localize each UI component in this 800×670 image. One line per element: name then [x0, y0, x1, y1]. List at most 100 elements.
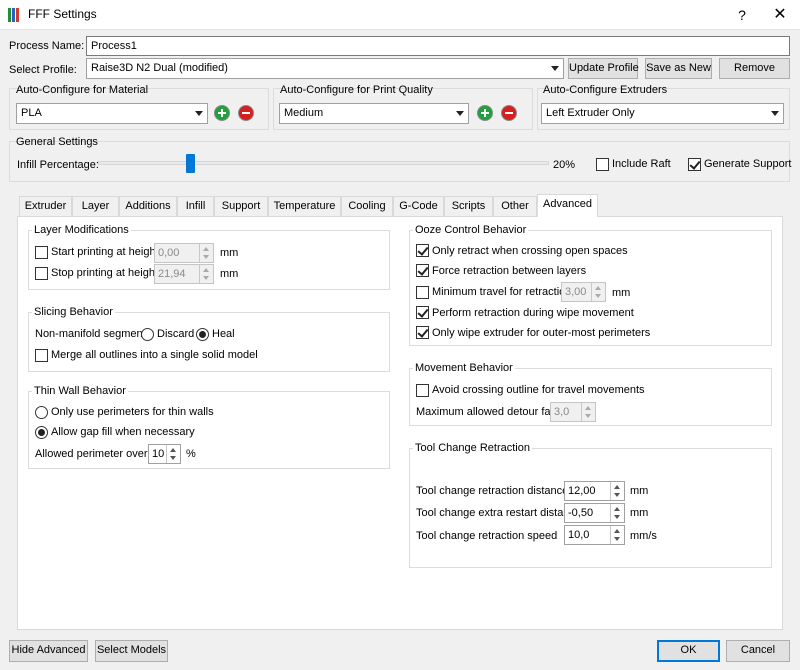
allow-gap-fill-label: Allow gap fill when necessary — [51, 426, 195, 438]
tool-change-distance-unit: mm — [630, 485, 649, 497]
only-retract-checkbox[interactable] — [416, 244, 429, 257]
tab-cooling[interactable]: Cooling — [341, 196, 393, 216]
only-perimeters-radio[interactable] — [35, 406, 48, 419]
tool-change-distance-label: Tool change retraction distance — [416, 485, 569, 497]
add-material-button[interactable] — [214, 105, 230, 121]
chevron-down-icon — [195, 111, 203, 116]
remove-material-button[interactable] — [238, 105, 254, 121]
tab-gcode[interactable]: G-Code — [393, 196, 444, 216]
minus-icon — [242, 112, 250, 114]
auto-configure-extruders-title: Auto-Configure Extruders — [543, 84, 668, 96]
thin-wall-behavior-title: Thin Wall Behavior — [32, 385, 128, 397]
tab-temperature[interactable]: Temperature — [268, 196, 341, 216]
tool-change-extra-unit: mm — [630, 507, 649, 519]
chevron-down-icon — [456, 111, 464, 116]
max-detour-label: Maximum allowed detour factor — [416, 406, 569, 418]
slicing-behavior-title: Slicing Behavior — [32, 306, 115, 318]
select-models-button[interactable]: Select Models — [95, 640, 168, 662]
movement-behavior-title: Movement Behavior — [413, 362, 515, 374]
max-detour-stepper[interactable]: 3,0 — [550, 402, 596, 422]
tool-change-retraction-title: Tool Change Retraction — [413, 442, 532, 454]
tab-advanced[interactable]: Advanced — [537, 194, 598, 217]
add-quality-button[interactable] — [477, 105, 493, 121]
save-as-new-button[interactable]: Save as New — [645, 58, 712, 79]
extruders-select[interactable]: Left Extruder Only — [541, 103, 784, 124]
slicing-behavior-group — [28, 312, 390, 372]
ooze-control-title: Ooze Control Behavior — [413, 224, 529, 236]
tool-change-distance-value: 12,00 — [568, 485, 596, 497]
close-button[interactable]: ✕ — [760, 0, 800, 30]
profile-select-value: Raise3D N2 Dual (modified) — [91, 62, 228, 74]
help-button[interactable]: ? — [724, 0, 760, 30]
infill-percentage-value: 20% — [553, 159, 576, 171]
quality-select[interactable]: Medium — [279, 103, 469, 124]
force-retraction-checkbox[interactable] — [416, 264, 429, 277]
cancel-button[interactable]: Cancel — [726, 640, 790, 662]
non-manifold-label: Non-manifold segments: — [35, 328, 155, 340]
perform-retraction-label: Perform retraction during wipe movement — [432, 307, 634, 319]
tab-layer[interactable]: Layer — [72, 196, 119, 216]
auto-configure-quality-title: Auto-Configure for Print Quality — [280, 84, 433, 96]
perimeter-overlap-unit: % — [186, 448, 196, 460]
ok-button[interactable]: OK — [657, 640, 720, 662]
process-name-label: Process Name: — [9, 40, 85, 52]
stop-height-unit: mm — [220, 268, 239, 280]
profile-select[interactable]: Raise3D N2 Dual (modified) — [86, 58, 564, 79]
heal-radio[interactable] — [196, 328, 209, 341]
tool-change-extra-label: Tool change extra restart distance — [416, 507, 582, 519]
tab-extruder[interactable]: Extruder — [19, 196, 72, 216]
quality-select-value: Medium — [284, 107, 324, 119]
tool-change-speed-stepper[interactable]: 10,0 — [564, 525, 625, 545]
tab-scripts[interactable]: Scripts — [444, 196, 493, 216]
general-settings-title: General Settings — [16, 136, 98, 148]
simplify3d-icon — [8, 8, 20, 22]
stop-height-stepper[interactable]: 21,94 — [154, 264, 214, 284]
start-height-stepper[interactable]: 0,00 — [154, 243, 214, 263]
include-raft-label: Include Raft — [612, 158, 671, 170]
start-height-value: 0,00 — [158, 247, 180, 259]
infill-slider-track[interactable] — [98, 161, 549, 165]
generate-support-checkbox[interactable] — [688, 158, 701, 171]
perform-retraction-checkbox[interactable] — [416, 306, 429, 319]
infill-slider-handle[interactable] — [186, 154, 196, 173]
force-retraction-label: Force retraction between layers — [432, 265, 587, 277]
only-perimeters-label: Only use perimeters for thin walls — [51, 406, 214, 418]
perimeter-overlap-label: Allowed perimeter overlap — [35, 448, 163, 460]
tool-change-speed-value: 10,0 — [568, 529, 590, 541]
include-raft-checkbox[interactable] — [596, 158, 609, 171]
avoid-crossing-checkbox[interactable] — [416, 384, 429, 397]
material-select[interactable]: PLA — [16, 103, 208, 124]
min-travel-unit: mm — [612, 287, 631, 299]
tool-change-speed-unit: mm/s — [630, 530, 657, 542]
stop-printing-checkbox[interactable] — [35, 267, 48, 280]
tab-additions[interactable]: Additions — [119, 196, 177, 216]
perimeter-overlap-stepper[interactable]: 10 — [148, 444, 181, 464]
tab-other[interactable]: Other — [493, 196, 537, 216]
remove-button[interactable]: Remove — [719, 58, 790, 79]
select-profile-label: Select Profile: — [9, 64, 77, 76]
min-travel-stepper[interactable]: 3,00 — [561, 282, 606, 302]
heal-label: Heal — [212, 328, 235, 340]
start-printing-label: Start printing at height — [51, 246, 159, 258]
tool-change-distance-stepper[interactable]: 12,00 — [564, 481, 625, 501]
update-profile-button[interactable]: Update Profile — [568, 58, 639, 79]
stop-printing-label: Stop printing at height — [51, 267, 159, 279]
hide-advanced-button[interactable]: Hide Advanced — [9, 640, 88, 662]
discard-radio[interactable] — [141, 328, 154, 341]
infill-percentage-label: Infill Percentage: — [17, 159, 99, 171]
tab-support[interactable]: Support — [214, 196, 268, 216]
only-wipe-checkbox[interactable] — [416, 326, 429, 339]
tab-infill[interactable]: Infill — [177, 196, 214, 216]
merge-outlines-checkbox[interactable] — [35, 349, 48, 362]
material-select-value: PLA — [21, 107, 42, 119]
tool-change-extra-stepper[interactable]: -0,50 — [564, 503, 625, 523]
only-retract-label: Only retract when crossing open spaces — [432, 245, 628, 257]
allow-gap-fill-radio[interactable] — [35, 426, 48, 439]
start-printing-checkbox[interactable] — [35, 246, 48, 259]
avoid-crossing-label: Avoid crossing outline for travel moveme… — [432, 384, 645, 396]
window-title: FFF Settings — [28, 7, 97, 21]
extruders-select-value: Left Extruder Only — [546, 107, 635, 119]
min-travel-checkbox[interactable] — [416, 286, 429, 299]
process-name-input[interactable]: Process1 — [86, 36, 790, 56]
remove-quality-button[interactable] — [501, 105, 517, 121]
